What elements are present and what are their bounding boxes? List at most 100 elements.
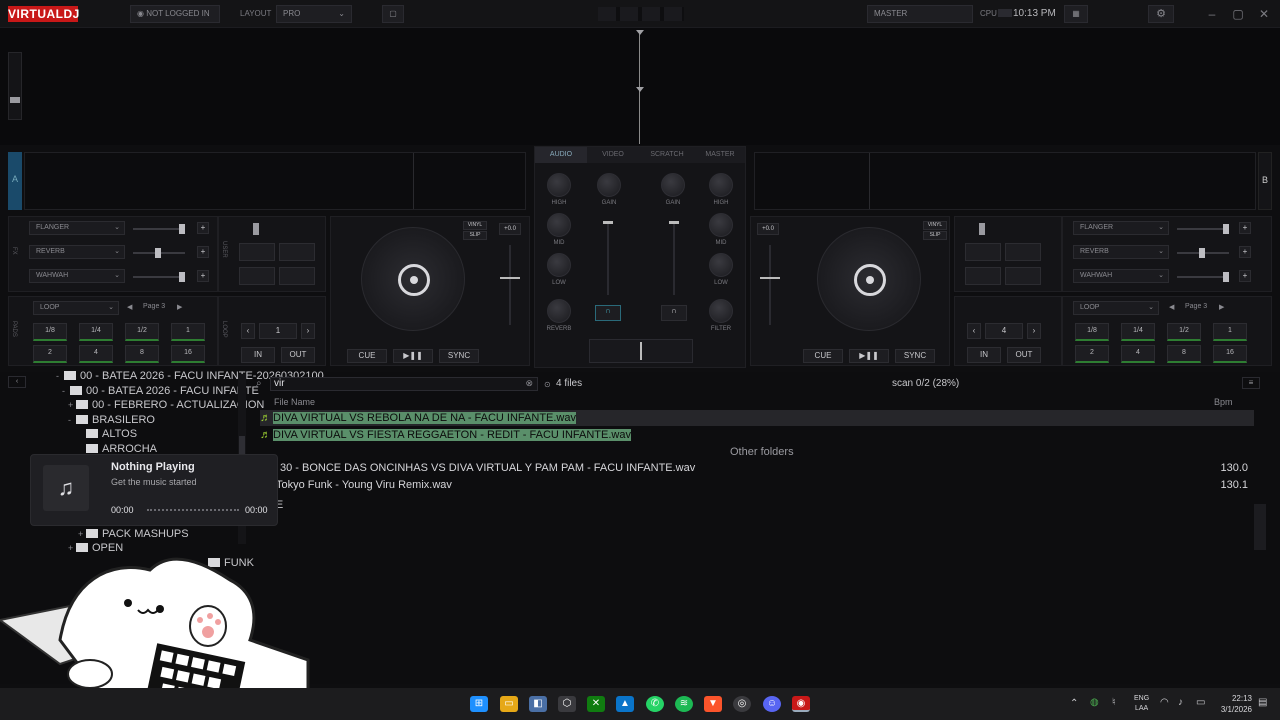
table-row[interactable]: Tokyo Funk - Young Viru Remix.wav 130.1 [276,477,1254,493]
virtualdj-taskbar-icon[interactable]: ◉ [792,696,810,712]
maximize-icon[interactable]: ▢ [1230,6,1246,22]
pitch-slider[interactable] [500,245,520,325]
login-button[interactable]: ◉ NOT LOGGED IN [130,5,220,23]
pad-button[interactable]: 16 [1213,345,1247,363]
close-icon[interactable]: ✕ [1256,6,1272,22]
deck-b-jog-wheel[interactable] [817,227,921,331]
pad-button[interactable]: 8 [1167,345,1201,363]
pad-button[interactable]: 1/8 [1075,323,1109,341]
deck-b-indicator[interactable]: B [1258,152,1272,210]
pitch-slider-b[interactable] [760,245,780,325]
deck-a-indicator[interactable]: A [8,152,22,210]
expand-icon[interactable]: + [78,529,86,539]
loop-in-button[interactable]: IN [241,347,275,363]
eq-low-knob-right[interactable] [709,253,733,277]
page-next-icon-b[interactable]: ▶ [1219,303,1224,311]
deck-a-waveform[interactable] [24,152,526,210]
vinyl-button[interactable]: VINYL [463,221,487,230]
collapse-icon[interactable]: - [56,371,64,381]
user-button-b1[interactable] [965,243,1001,261]
pad-button[interactable]: 1/2 [125,323,159,341]
cue-button[interactable]: CUE [347,349,387,363]
pad-button[interactable]: 16 [171,345,205,363]
pad-button[interactable]: 1/4 [1121,323,1155,341]
column-bpm[interactable]: Bpm [1214,397,1233,407]
progress-bar[interactable] [147,509,239,511]
user-button-1[interactable] [239,243,275,261]
discord-icon[interactable]: ☺ [763,696,781,712]
gain-knob-left[interactable] [597,173,621,197]
crossfader[interactable] [589,339,693,363]
pad-button[interactable]: 1/2 [1167,323,1201,341]
windows-start-icon[interactable]: ⊞ [470,696,488,712]
layout-select[interactable]: PRO ⌄ [276,5,352,23]
file-explorer-icon[interactable]: ▭ [500,696,518,712]
obs-icon[interactable]: ◎ [733,696,751,712]
filter-icon[interactable]: ⊙ [544,380,551,389]
loop-half-button-b[interactable]: ‹ [967,323,981,339]
tray-app-icon[interactable]: ◍ [1090,697,1099,708]
headphone-cue-right[interactable]: ∩ [661,305,687,321]
loop-size-display[interactable]: 1 [259,323,297,339]
eq-low-knob-left[interactable] [547,253,571,277]
loop-double-button-b[interactable]: › [1027,323,1041,339]
volume-fader-right[interactable] [669,221,679,295]
user-button-3[interactable] [239,267,275,285]
fx-select-1[interactable]: FLANGER ⌄ [29,221,125,235]
taskbar-clock[interactable]: 22:13 3/1/2026 [1216,693,1252,715]
tree-folder-item[interactable]: - 00 - BATEA 2026 - FACU INFANTE [62,385,259,397]
whatsapp-icon[interactable]: ✆ [646,696,664,712]
pad-mode-select-b[interactable]: LOOP ⌄ [1073,301,1159,315]
record-button[interactable]: ▢ [382,5,404,23]
wifi-icon[interactable]: ◠ [1160,697,1169,708]
chevron-up-icon[interactable]: ⌃ [1070,698,1078,709]
store-icon[interactable]: ◧ [529,696,547,712]
page-next-icon[interactable]: ▶ [177,303,182,311]
play-pause-button[interactable]: ▶❚❚ [393,349,433,363]
pad-button[interactable]: 4 [1121,345,1155,363]
fx-slider-b1[interactable] [1177,224,1229,234]
notification-icon[interactable]: ▤ [1258,697,1267,708]
fx-add-button-b2[interactable]: + [1239,246,1251,258]
gear-icon[interactable]: ⚙ [1148,5,1174,23]
eq-mid-knob-right[interactable] [709,213,733,237]
eq-high-knob-right[interactable] [709,173,733,197]
app-icon[interactable]: ⬡ [558,696,576,712]
tab-audio[interactable]: AUDIO [535,147,587,163]
collapse-icon[interactable]: - [68,415,76,425]
brave-icon[interactable]: ▼ [704,696,722,712]
zoom-slider[interactable] [8,52,22,120]
loop-out-button-b[interactable]: OUT [1007,347,1041,363]
user-button-b2[interactable] [1005,243,1041,261]
tree-folder-item[interactable]: +00 - FEBRERO - ACTUALIZACION [68,399,264,411]
clear-search-icon[interactable]: ⊗ [525,378,533,389]
slip-button[interactable]: SLIP [463,231,487,240]
collapse-icon[interactable]: - [62,386,70,396]
play-pause-button-b[interactable]: ▶❚❚ [849,349,889,363]
eq-mid-knob-left[interactable] [547,213,571,237]
loop-half-button[interactable]: ‹ [241,323,255,339]
pad-button[interactable]: 2 [1075,345,1109,363]
fx-slider-b3[interactable] [1177,272,1229,282]
fx-select-b3[interactable]: WAHWAH ⌄ [1073,269,1169,283]
loop-in-button-b[interactable]: IN [967,347,1001,363]
battery-icon[interactable]: ▭ [1196,697,1205,708]
pad-button[interactable]: 1 [171,323,205,341]
user-button-4[interactable] [279,267,315,285]
headphone-cue-left[interactable]: ∩ [595,305,621,321]
list-view-icon[interactable]: ≡ [1242,377,1260,389]
expand-icon[interactable]: + [68,400,76,410]
pad-mode-select[interactable]: LOOP ⌄ [33,301,119,315]
pad-button[interactable]: 8 [125,345,159,363]
search-input[interactable]: vir ⊗ [270,377,538,391]
volume-icon[interactable]: ♪ [1178,697,1183,708]
sync-button-b[interactable]: SYNC [895,349,935,363]
loop-out-button[interactable]: OUT [281,347,315,363]
pad-button[interactable]: 1/8 [33,323,67,341]
fx-add-button-2[interactable]: + [197,246,209,258]
fx-slider-b2[interactable] [1177,248,1229,258]
page-prev-icon[interactable]: ◀ [127,303,132,311]
slip-button-b[interactable]: SLIP [923,231,947,240]
filter-knob[interactable] [709,299,733,323]
tab-video[interactable]: VIDEO [587,147,639,163]
